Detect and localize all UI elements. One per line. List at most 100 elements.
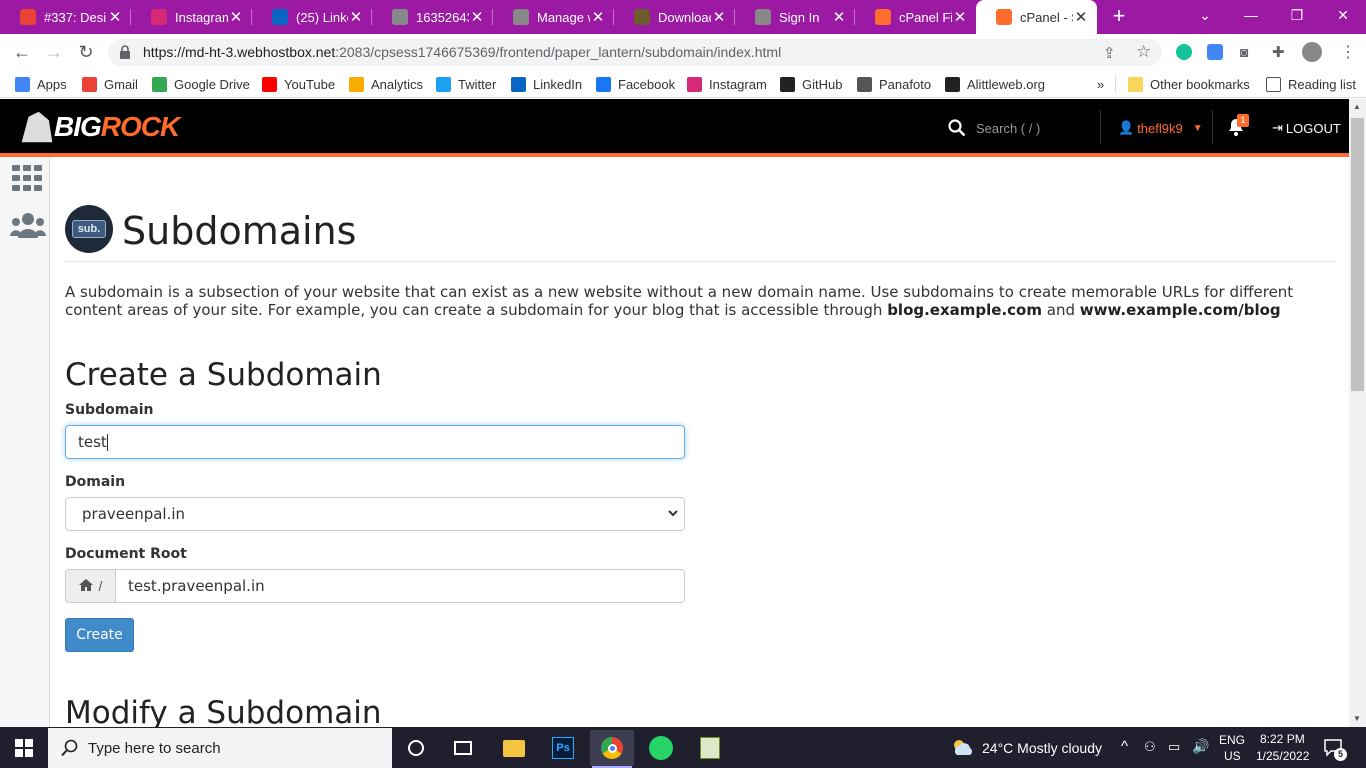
notepad-icon[interactable] bbox=[688, 730, 732, 766]
task-view-icon[interactable] bbox=[441, 730, 485, 766]
tab-close-icon[interactable]: ✕ bbox=[348, 8, 364, 26]
browser-tab[interactable]: Manage w✕ bbox=[493, 0, 614, 34]
bookmark-label: Analytics bbox=[371, 76, 424, 92]
battery-icon[interactable]: ▭ bbox=[1168, 739, 1180, 755]
tab-close-icon[interactable]: ✕ bbox=[831, 8, 847, 26]
weather-cloud-icon[interactable] bbox=[951, 737, 975, 762]
bookmark-google-drive[interactable]: Google Drive bbox=[152, 75, 250, 93]
chrome-icon[interactable] bbox=[590, 730, 634, 766]
page-title: Subdomains bbox=[122, 209, 357, 253]
tab-close-icon[interactable]: ✕ bbox=[952, 8, 968, 26]
bookmark-twitter[interactable]: Twitter bbox=[436, 75, 496, 93]
extensions-icon[interactable]: ✚ bbox=[1272, 43, 1285, 61]
reading-list[interactable]: Reading list bbox=[1266, 75, 1356, 93]
back-button[interactable]: ← bbox=[9, 40, 35, 64]
bookmarks-overflow-button[interactable]: » bbox=[1097, 75, 1104, 93]
chevron-up-icon[interactable]: ^ bbox=[1121, 738, 1128, 755]
volume-icon[interactable]: 🔊 bbox=[1192, 738, 1209, 755]
github-icon bbox=[780, 76, 795, 92]
tab-close-icon[interactable]: ✕ bbox=[107, 8, 123, 26]
create-button[interactable]: Create bbox=[65, 618, 134, 652]
description-example-1: blog.example.com bbox=[887, 301, 1042, 319]
bookmark-gmail[interactable]: Gmail bbox=[82, 75, 138, 93]
tab-close-icon[interactable]: ✕ bbox=[1073, 8, 1089, 26]
share-icon[interactable]: ⇪ bbox=[1103, 44, 1116, 62]
cortana-icon[interactable] bbox=[394, 730, 438, 766]
logout-icon: ⇥ bbox=[1272, 120, 1283, 135]
bookmark-alittleweb-org[interactable]: Alittleweb.org bbox=[945, 75, 1045, 93]
scroll-down-arrow[interactable]: ▼ bbox=[1353, 714, 1361, 723]
search-icon[interactable] bbox=[948, 119, 966, 137]
home-grid-icon[interactable] bbox=[12, 165, 42, 196]
restore-button[interactable]: ❐ bbox=[1274, 0, 1320, 30]
file-explorer-icon[interactable] bbox=[492, 730, 536, 766]
tab-title: cPanel File bbox=[899, 9, 952, 25]
forward-button[interactable]: → bbox=[41, 40, 67, 64]
photoshop-icon[interactable]: Ps bbox=[541, 730, 585, 766]
document-root-input[interactable]: test.praveenpal.in bbox=[115, 569, 685, 603]
logout-button[interactable]: ⇥ LOGOUT bbox=[1272, 120, 1341, 136]
user-menu[interactable]: 👤 thefl9k9 ▼ bbox=[1118, 120, 1203, 136]
camera-icon[interactable]: ◙ bbox=[1240, 44, 1248, 60]
bookmark-github[interactable]: GitHub bbox=[780, 75, 842, 93]
scroll-up-arrow[interactable]: ▲ bbox=[1353, 102, 1361, 111]
grammarly-icon[interactable] bbox=[1176, 44, 1192, 60]
bookmark-instagram[interactable]: Instagram bbox=[687, 75, 767, 93]
bookmark-analytics[interactable]: Analytics bbox=[349, 75, 423, 93]
browser-tab[interactable]: Download ✕ bbox=[614, 0, 735, 34]
tab-title: Instagram bbox=[175, 9, 228, 25]
subdomain-input[interactable]: test bbox=[65, 425, 685, 459]
minimize-button[interactable]: — bbox=[1228, 0, 1274, 30]
whatsapp-icon[interactable] bbox=[639, 730, 683, 766]
bookmark-panafoto[interactable]: Panafoto bbox=[857, 75, 931, 93]
url-text[interactable]: https://md-ht-3.webhostbox.net:2083/cpse… bbox=[143, 44, 781, 60]
cpanel-search-input[interactable]: Search ( / ) bbox=[976, 121, 1040, 136]
modify-subdomain-heading: Modify a Subdomain bbox=[65, 695, 382, 731]
language-indicator[interactable]: ENG bbox=[1219, 733, 1245, 747]
reading-list-icon bbox=[1266, 76, 1281, 92]
tab-close-icon[interactable]: ✕ bbox=[469, 8, 485, 26]
rock-logo-icon bbox=[21, 111, 53, 143]
new-tab-button[interactable]: + bbox=[1108, 5, 1130, 28]
description-example-2: www.example.com/blog bbox=[1079, 301, 1281, 319]
profile-avatar[interactable] bbox=[1302, 42, 1322, 62]
browser-tab[interactable]: 163526439✕ bbox=[372, 0, 493, 34]
browser-tab[interactable]: cPanel - Su✕ bbox=[976, 0, 1097, 34]
bookmark-youtube[interactable]: YouTube bbox=[262, 75, 335, 93]
bigrock-logo[interactable]: BIG ROCK bbox=[20, 107, 180, 147]
reload-button[interactable]: ↻ bbox=[73, 40, 99, 64]
clock-time[interactable]: 8:22 PM bbox=[1260, 732, 1305, 746]
bookmark-label: LinkedIn bbox=[533, 76, 583, 92]
browser-tab[interactable]: (25) Linked✕ bbox=[252, 0, 372, 34]
domain-select[interactable]: praveenpal.in bbox=[65, 497, 685, 531]
browser-tab[interactable]: #337: Desi ✕ bbox=[0, 0, 131, 34]
translate-icon[interactable] bbox=[1207, 44, 1223, 60]
url-host: https://md-ht-3.webhostbox.net bbox=[143, 44, 336, 60]
scrollbar-thumb[interactable] bbox=[1351, 118, 1364, 391]
tab-close-icon[interactable]: ✕ bbox=[590, 8, 606, 26]
close-window-button[interactable]: ✕ bbox=[1320, 0, 1366, 30]
other-bookmarks[interactable]: Other bookmarks bbox=[1128, 75, 1250, 93]
bookmark-facebook[interactable]: Facebook bbox=[596, 75, 675, 93]
tab-close-icon[interactable]: ✕ bbox=[711, 8, 727, 26]
network-icon[interactable]: ⚇ bbox=[1144, 739, 1156, 755]
browser-tab[interactable]: cPanel File✕ bbox=[855, 0, 976, 34]
taskbar-search-placeholder: Type here to search bbox=[88, 740, 221, 757]
tab-search-icon[interactable]: ⌄ bbox=[1182, 0, 1228, 30]
clock-date[interactable]: 1/25/2022 bbox=[1256, 749, 1309, 763]
tab-close-icon[interactable]: ✕ bbox=[228, 8, 244, 26]
windows-start-icon[interactable] bbox=[15, 739, 33, 762]
search-icon bbox=[61, 739, 79, 762]
reading-list-label: Reading list bbox=[1288, 76, 1356, 92]
bookmark-star-icon[interactable]: ☆ bbox=[1136, 42, 1151, 62]
browser-menu-icon[interactable]: ⋮ bbox=[1340, 42, 1356, 62]
header-divider bbox=[1212, 110, 1213, 144]
users-group-icon[interactable] bbox=[10, 212, 46, 243]
facebook-icon bbox=[596, 76, 611, 92]
lock-icon[interactable] bbox=[119, 45, 131, 59]
browser-tab[interactable]: Sign In ✕ bbox=[735, 0, 855, 34]
weather-text[interactable]: 24°C Mostly cloudy bbox=[982, 740, 1102, 756]
browser-tab[interactable]: Instagram ✕ bbox=[131, 0, 252, 34]
bookmark-linkedin[interactable]: LinkedIn bbox=[511, 75, 582, 93]
bookmark-apps[interactable]: Apps bbox=[15, 75, 67, 93]
